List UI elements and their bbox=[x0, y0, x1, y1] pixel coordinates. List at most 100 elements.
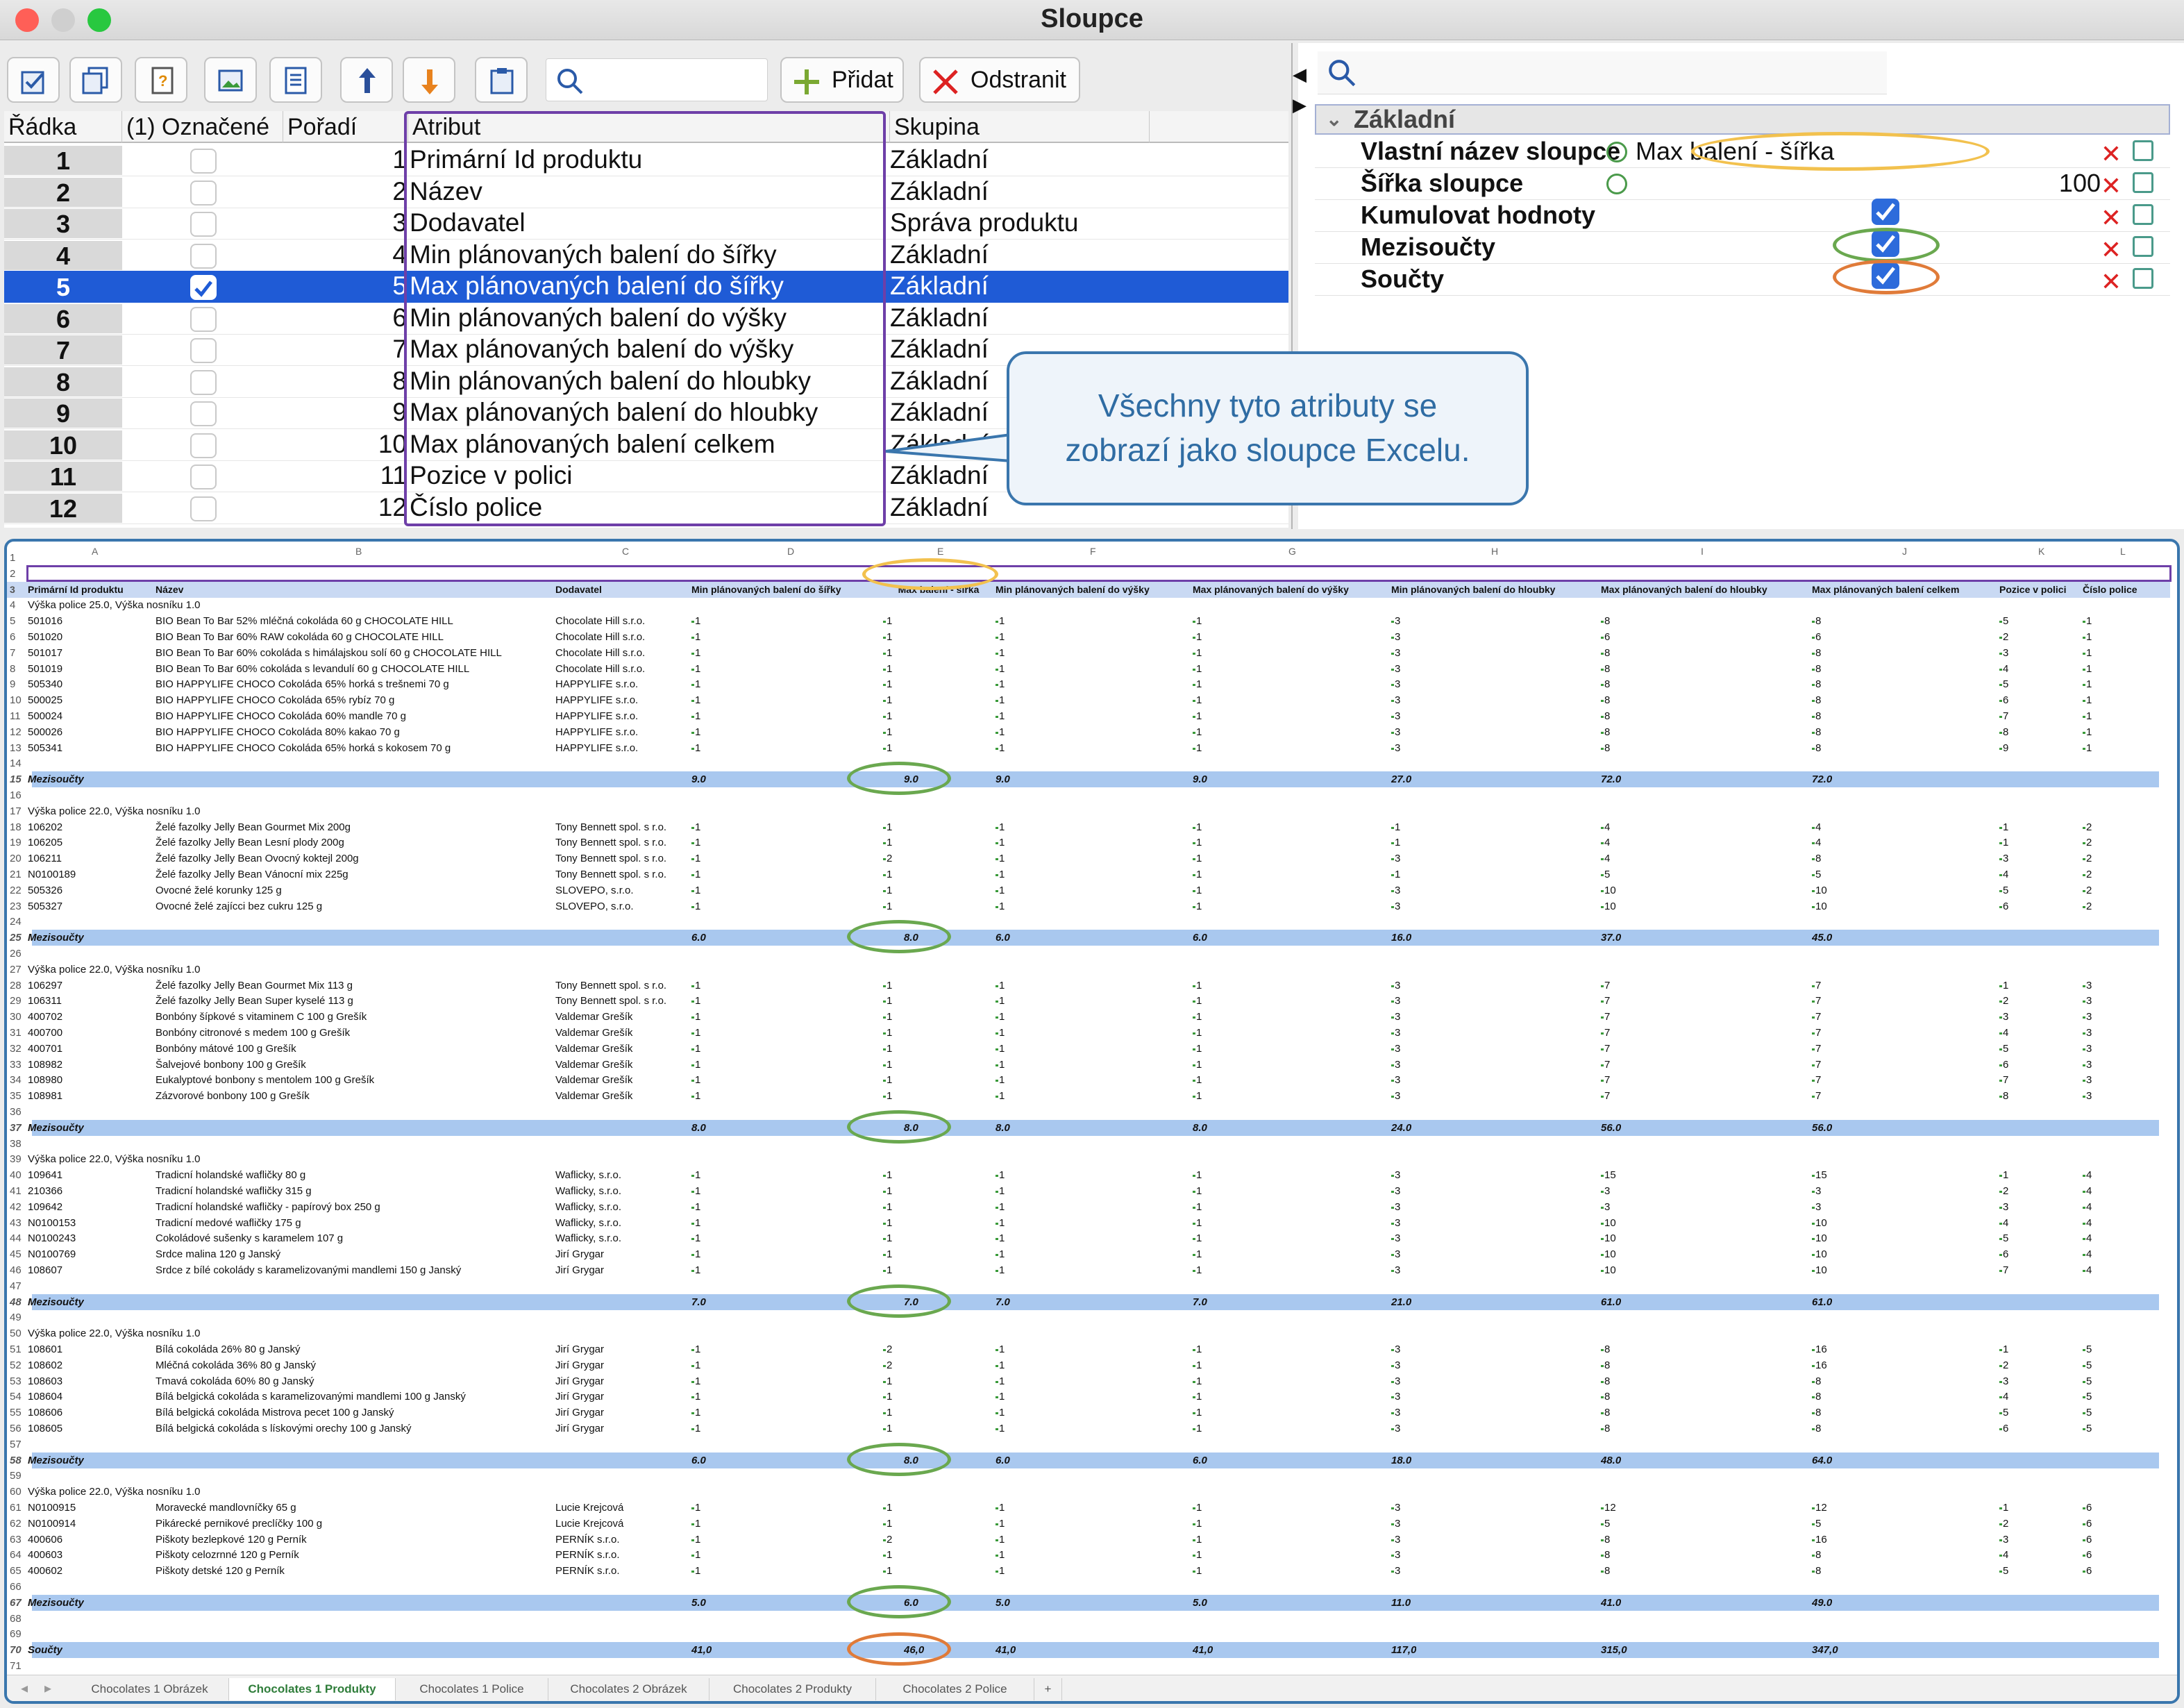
cell-text: 1 bbox=[999, 694, 1005, 707]
row-checkbox[interactable] bbox=[190, 149, 217, 174]
cell-text: 1 bbox=[1196, 615, 1202, 628]
column-width-field[interactable]: 100 bbox=[2059, 168, 2101, 199]
copy-icon[interactable] bbox=[2133, 172, 2153, 193]
header-radka[interactable]: Řádka bbox=[4, 111, 122, 143]
clipboard-button[interactable] bbox=[475, 57, 528, 103]
excel-header-cell: Min plánovaných balení do hloubky bbox=[1391, 583, 1556, 595]
cell-text: Bonbóny mátové 100 g Grešík bbox=[156, 1042, 296, 1055]
copy-icon[interactable] bbox=[2133, 204, 2153, 225]
edit-icon[interactable] bbox=[1606, 142, 1627, 162]
row-checkbox[interactable] bbox=[190, 401, 217, 426]
cell-marker bbox=[691, 874, 694, 878]
add-button[interactable]: Přidat bbox=[780, 57, 904, 103]
row-checkbox[interactable] bbox=[190, 496, 217, 521]
excel-cell: 8 bbox=[1812, 1373, 1999, 1389]
cell-marker bbox=[1601, 747, 1604, 751]
cell-text: 8 bbox=[1815, 853, 1822, 865]
check-all-button[interactable] bbox=[7, 57, 60, 103]
tab-prev-icon[interactable]: ◂ bbox=[21, 1680, 28, 1697]
header-poradi[interactable]: Pořadí bbox=[283, 111, 408, 143]
row-checkbox[interactable] bbox=[190, 180, 217, 206]
cell-text: Tony Bennett spol. s r.o. bbox=[555, 821, 667, 833]
sheet-tab[interactable]: Chocolates 2 Produkty bbox=[709, 1678, 876, 1700]
cell-text: 7 bbox=[1815, 1058, 1822, 1071]
row-checkbox[interactable] bbox=[190, 243, 217, 269]
cumulative-checkbox[interactable] bbox=[1872, 199, 1899, 225]
highlight-ellipse-green bbox=[847, 1442, 951, 1476]
expand-arrow-icon[interactable]: ▶ bbox=[1293, 94, 1307, 116]
header-skupina[interactable]: Skupina bbox=[890, 111, 1150, 143]
clear-icon[interactable]: ✕ bbox=[2101, 171, 2122, 201]
cell-text: 1 bbox=[1196, 1407, 1202, 1419]
cell-text: 6 bbox=[2086, 1565, 2092, 1577]
clear-icon[interactable]: ✕ bbox=[2101, 235, 2122, 265]
sheet-tab[interactable]: Chocolates 1 Obrázek bbox=[71, 1678, 229, 1700]
sheet-tab[interactable]: Chocolates 2 Obrázek bbox=[548, 1678, 709, 1700]
move-down-button[interactable] bbox=[403, 57, 455, 103]
close-window-button[interactable] bbox=[15, 8, 39, 32]
cell-marker bbox=[1601, 1364, 1604, 1368]
minimize-window-button[interactable] bbox=[51, 8, 75, 32]
list-button[interactable] bbox=[269, 57, 322, 103]
row-checkbox[interactable] bbox=[190, 212, 217, 237]
property-section-header[interactable]: ⌄ Základní bbox=[1315, 104, 2170, 135]
row-checkbox[interactable] bbox=[190, 275, 217, 300]
clear-icon[interactable]: ✕ bbox=[2101, 139, 2122, 169]
excel-cell: PERNÍK s.r.o. bbox=[555, 1532, 691, 1548]
tab-next-icon[interactable]: ▸ bbox=[44, 1680, 51, 1697]
sheet-tab[interactable]: Chocolates 1 Police bbox=[396, 1678, 548, 1700]
cell-text: 1 bbox=[2003, 837, 2009, 849]
row-checkbox[interactable] bbox=[190, 306, 217, 332]
excel-row: 50 Výška police 22.0, Výška nosníku 1.0 bbox=[7, 1325, 2170, 1341]
cell-marker bbox=[1193, 637, 1195, 640]
excel-cell: 1 bbox=[2083, 645, 2166, 661]
sheet-tab[interactable]: Chocolates 2 Police bbox=[876, 1678, 1034, 1700]
edit-icon[interactable] bbox=[1606, 174, 1627, 194]
cell-text: 8 bbox=[1815, 742, 1822, 754]
copy-button[interactable] bbox=[69, 57, 122, 103]
row-checkbox[interactable] bbox=[190, 464, 217, 489]
cell-marker bbox=[1812, 1175, 1815, 1178]
excel-cell: SLOVEPO, s.r.o. bbox=[555, 898, 691, 914]
clear-icon[interactable]: ✕ bbox=[2101, 267, 2122, 297]
row-checkbox[interactable] bbox=[190, 338, 217, 363]
clear-icon[interactable]: ✕ bbox=[2101, 203, 2122, 233]
property-cumulative: Kumulovat hodnoty ✕ bbox=[1315, 200, 2170, 232]
copy-icon[interactable] bbox=[2133, 140, 2153, 161]
excel-cell: 5 bbox=[1999, 1405, 2083, 1421]
remove-button[interactable]: Odstranit bbox=[919, 57, 1080, 103]
cell-text: Tony Bennett spol. s r.o. bbox=[555, 853, 667, 865]
search-input[interactable] bbox=[546, 58, 768, 101]
cell-text: 1 bbox=[2086, 615, 2092, 628]
zoom-window-button[interactable] bbox=[87, 8, 111, 32]
help-button[interactable]: ? bbox=[135, 57, 187, 103]
copy-icon[interactable] bbox=[2133, 236, 2153, 257]
excel-cell: 1 bbox=[691, 676, 879, 692]
collapse-arrow-icon[interactable]: ◀ bbox=[1293, 64, 1307, 85]
header-oznacene[interactable]: (1) Označené bbox=[122, 111, 283, 143]
excel-cell: 1 bbox=[1193, 629, 1387, 645]
subtotal-value: 61.0 bbox=[1812, 1296, 1833, 1308]
cell-text: Valdemar Grešík bbox=[555, 1074, 633, 1087]
row-checkbox[interactable] bbox=[190, 433, 217, 458]
cell-marker bbox=[1391, 1080, 1394, 1083]
move-up-button[interactable] bbox=[340, 57, 393, 103]
excel-cell: 1 bbox=[691, 1262, 879, 1278]
excel-row: 49 bbox=[7, 1309, 2170, 1325]
cell-text: 1 bbox=[887, 1169, 893, 1182]
row-number: 12 bbox=[4, 493, 122, 523]
property-search-input[interactable] bbox=[1318, 51, 1887, 94]
excel-cell: 1 bbox=[691, 819, 879, 835]
sheet-tab[interactable]: Chocolates 1 Produkty bbox=[229, 1678, 396, 1700]
row-checkbox[interactable] bbox=[190, 369, 217, 395]
cell-text: Jirí Grygar bbox=[555, 1407, 605, 1419]
image-button[interactable] bbox=[204, 57, 257, 103]
excel-cell: 3 bbox=[1391, 1389, 1599, 1405]
sheet-tab[interactable]: + bbox=[1034, 1678, 1062, 1700]
cell-text: 3 bbox=[1395, 1343, 1401, 1355]
excel-cell: 1 bbox=[996, 1405, 1190, 1421]
excel-cell: 1 bbox=[1193, 1246, 1387, 1262]
copy-icon[interactable] bbox=[2133, 268, 2153, 289]
cell-text: Šalvejové bonbony 100 g Grešík bbox=[156, 1058, 306, 1071]
cell-text: 10 bbox=[1604, 1264, 1616, 1276]
